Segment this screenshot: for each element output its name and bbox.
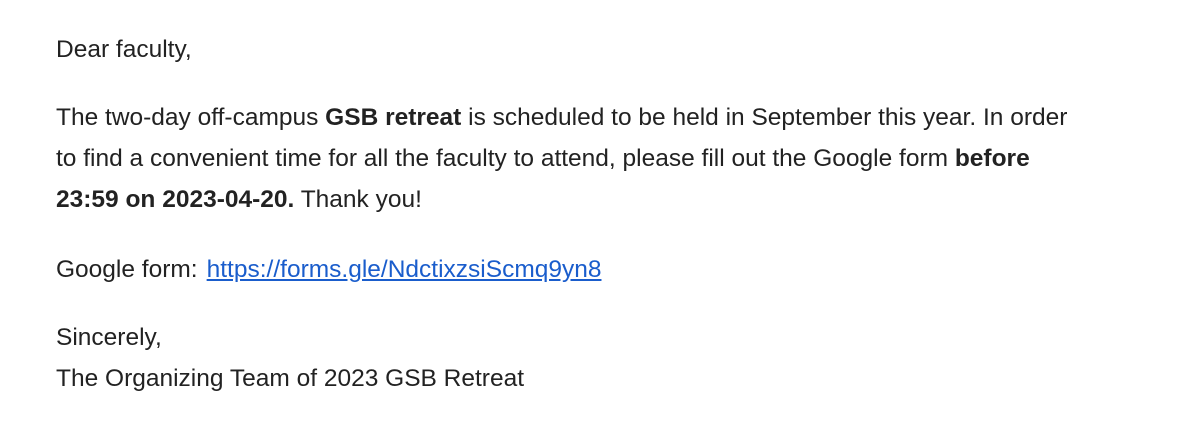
signature: The Organizing Team of 2023 GSB Retreat xyxy=(56,365,525,392)
closing: Sincerely, xyxy=(56,324,162,351)
paragraph-line-3: 23:59 on 2023-04-20. Thank you! xyxy=(56,184,422,216)
paragraph-text: is scheduled to be held in September thi… xyxy=(461,104,1068,131)
google-form-link[interactable]: https://forms.gle/NdctixzsiScmq9yn8 xyxy=(207,256,602,283)
paragraph-text: The two-day off-campus xyxy=(56,104,326,131)
greeting: Dear faculty, xyxy=(56,36,192,63)
paragraph-line-1: The two-day off-campus GSB retreat is sc… xyxy=(56,102,1067,134)
paragraph-text: Thank you! xyxy=(294,186,422,213)
deadline-text: before xyxy=(954,145,1030,172)
form-label: Google form: xyxy=(56,256,198,283)
paragraph-text: to find a convenient time for all the fa… xyxy=(56,145,955,172)
paragraph-line-2: to find a convenient time for all the fa… xyxy=(56,143,1030,175)
form-line: Google form: https://forms.gle/NdctixzsiS… xyxy=(56,254,601,286)
retreat-name: GSB retreat xyxy=(325,104,462,131)
deadline-date: 23:59 on 2023-04-20. xyxy=(56,186,295,213)
